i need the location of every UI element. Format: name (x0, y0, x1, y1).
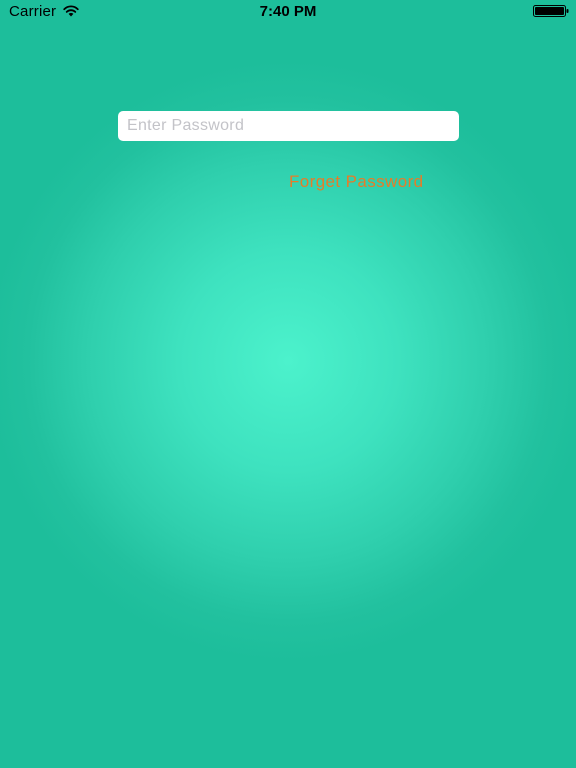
password-input[interactable] (118, 111, 459, 141)
battery-full-icon (533, 5, 569, 17)
forget-password-link[interactable]: Forget Password (289, 172, 424, 192)
status-time: 7:40 PM (259, 3, 317, 20)
status-bar: Carrier 7:40 PM (0, 0, 576, 22)
